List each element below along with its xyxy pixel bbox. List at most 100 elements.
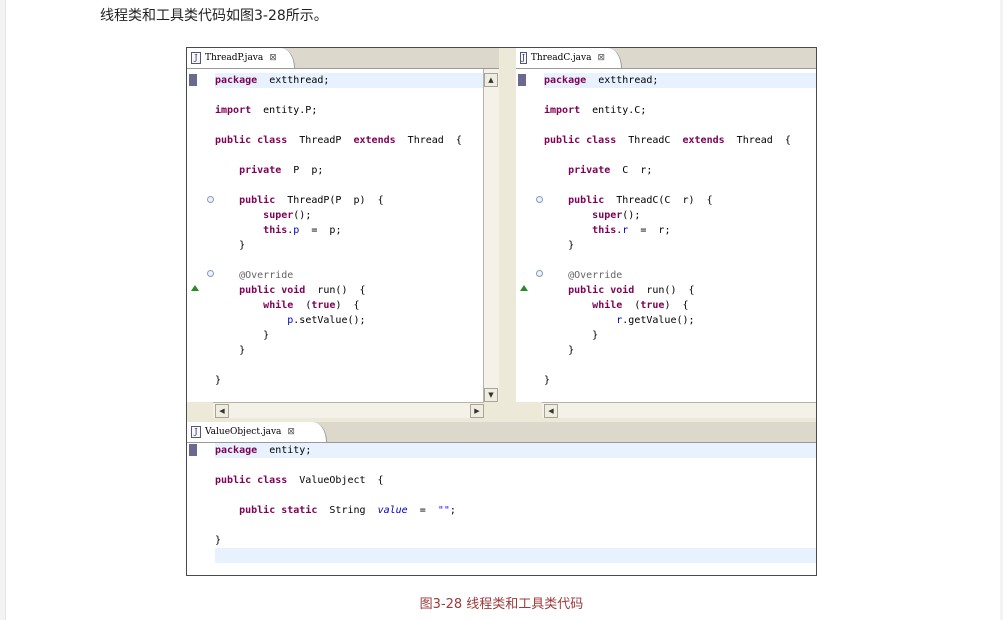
vertical-scrollbar[interactable]: ▲ ▼: [483, 69, 499, 402]
code-line[interactable]: [544, 88, 816, 103]
code-line[interactable]: }: [544, 373, 816, 388]
horizontal-scrollbar[interactable]: ◀: [542, 402, 816, 418]
code-line[interactable]: private C r;: [544, 163, 816, 178]
code-line[interactable]: [544, 118, 816, 133]
override-marker-icon: [520, 285, 528, 291]
code-line[interactable]: }: [215, 343, 484, 358]
override-marker-icon: [191, 285, 199, 291]
code-line[interactable]: [544, 358, 816, 373]
tab-valueobject[interactable]: J ValueObject.java ⊠: [187, 422, 327, 442]
code-token: .getValue();: [622, 315, 695, 326]
keyword-token: public: [568, 195, 605, 206]
code-line[interactable]: p.setValue();: [215, 313, 484, 328]
tab-threadc[interactable]: J ThreadC.java ⊠: [516, 48, 622, 68]
code-line[interactable]: import entity.P;: [215, 103, 484, 118]
keyword-token: public class: [215, 475, 288, 486]
close-icon[interactable]: ⊠: [597, 53, 605, 63]
code-line[interactable]: [215, 548, 816, 563]
code-editor[interactable]: package entity; public class ValueObject…: [187, 443, 816, 575]
code-line[interactable]: [215, 358, 484, 373]
close-icon[interactable]: ⊠: [287, 427, 295, 437]
code-line[interactable]: public class ThreadC extends Thread {: [544, 133, 816, 148]
close-icon[interactable]: ⊠: [269, 53, 277, 63]
keyword-token: public void: [239, 285, 306, 296]
code-line[interactable]: public static String value = "";: [215, 503, 816, 518]
tab-threadp[interactable]: J ThreadP.java ⊠: [187, 48, 295, 68]
scroll-left-button[interactable]: ◀: [544, 404, 558, 418]
current-line-marker: [189, 74, 197, 86]
code-line[interactable]: }: [544, 343, 816, 358]
code-line[interactable]: [215, 518, 816, 533]
code-editor[interactable]: package extthread; import entity.P; publ…: [187, 69, 484, 402]
code-line[interactable]: }: [544, 238, 816, 253]
code-line[interactable]: [215, 488, 816, 503]
keyword-token: this: [263, 225, 288, 236]
code-line[interactable]: [215, 253, 484, 268]
code-line[interactable]: super();: [544, 208, 816, 223]
code-line[interactable]: }: [215, 238, 484, 253]
code-line[interactable]: [215, 458, 816, 473]
code-token: = r;: [628, 225, 671, 236]
code-token: String: [317, 505, 378, 516]
code-line[interactable]: private P p;: [215, 163, 484, 178]
code-line[interactable]: public ThreadC(C r) {: [544, 193, 816, 208]
tab-bar: J ValueObject.java ⊠: [187, 422, 816, 443]
code-line[interactable]: [215, 88, 484, 103]
code-line[interactable]: this.r = r;: [544, 223, 816, 238]
code-line[interactable]: while (true) {: [215, 298, 484, 313]
code-line[interactable]: public void run() {: [215, 283, 484, 298]
code-token: }: [544, 330, 599, 341]
fold-collapse-icon[interactable]: [536, 196, 543, 203]
code-token: P p;: [281, 165, 324, 176]
code-line[interactable]: r.getValue();: [544, 313, 816, 328]
code-token: ValueObject {: [287, 475, 384, 486]
scroll-right-button[interactable]: ▶: [470, 404, 484, 418]
code-line[interactable]: [215, 118, 484, 133]
code-line[interactable]: [544, 253, 816, 268]
scroll-down-button[interactable]: ▼: [484, 388, 498, 402]
code-line[interactable]: }: [215, 328, 484, 343]
code-line[interactable]: public void run() {: [544, 283, 816, 298]
code-area[interactable]: package extthread; import entity.C; publ…: [544, 73, 816, 388]
fold-collapse-icon[interactable]: [536, 270, 543, 277]
fold-collapse-icon[interactable]: [207, 270, 214, 277]
code-area[interactable]: package extthread; import entity.P; publ…: [215, 73, 484, 388]
code-line[interactable]: import entity.C;: [544, 103, 816, 118]
code-line[interactable]: package extthread;: [215, 73, 484, 88]
code-editor[interactable]: package extthread; import entity.C; publ…: [516, 69, 816, 402]
code-line[interactable]: }: [215, 533, 816, 548]
code-line[interactable]: public class ThreadP extends Thread {: [215, 133, 484, 148]
code-area[interactable]: package entity; public class ValueObject…: [215, 443, 816, 563]
code-line[interactable]: }: [215, 373, 484, 388]
horizontal-scrollbar[interactable]: ◀ ▶: [213, 402, 484, 418]
code-line[interactable]: while (true) {: [544, 298, 816, 313]
tab-label: ValueObject.java: [205, 427, 282, 437]
code-line[interactable]: @Override: [215, 268, 484, 283]
tab-bar: J ThreadP.java ⊠: [187, 48, 499, 69]
code-line[interactable]: }: [544, 328, 816, 343]
code-line[interactable]: [215, 148, 484, 163]
code-line[interactable]: package extthread;: [544, 73, 816, 88]
scroll-left-button[interactable]: ◀: [215, 404, 229, 418]
code-line[interactable]: [215, 178, 484, 193]
scroll-up-button[interactable]: ▲: [484, 73, 498, 87]
keyword-token: super: [263, 210, 294, 221]
keyword-token: private: [239, 165, 282, 176]
code-line[interactable]: public ThreadP(P p) {: [215, 193, 484, 208]
code-line[interactable]: @Override: [544, 268, 816, 283]
code-token: "": [437, 505, 450, 516]
annotation-token: @Override: [239, 270, 294, 281]
code-line[interactable]: [544, 148, 816, 163]
code-line[interactable]: this.p = p;: [215, 223, 484, 238]
code-line[interactable]: [544, 178, 816, 193]
code-line[interactable]: package entity;: [215, 443, 816, 458]
code-line[interactable]: public class ValueObject {: [215, 473, 816, 488]
fold-collapse-icon[interactable]: [207, 196, 214, 203]
keyword-token: extends: [682, 135, 725, 146]
code-line[interactable]: super();: [215, 208, 484, 223]
keyword-token: this: [592, 225, 617, 236]
